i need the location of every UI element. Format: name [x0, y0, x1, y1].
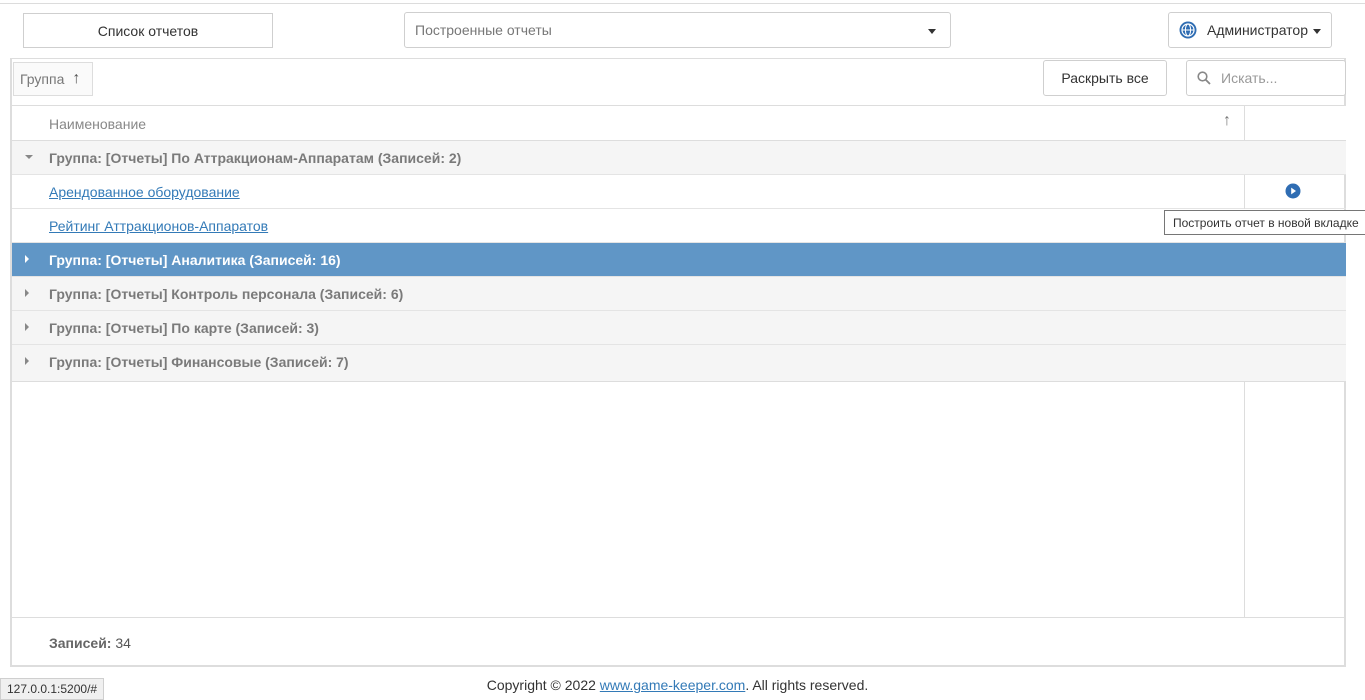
group-row-selected[interactable]: Группа: [Отчеты] Аналитика (Записей: 16)	[12, 243, 1346, 277]
records-count: Записей: 34	[49, 635, 131, 651]
records-value: 34	[115, 635, 131, 651]
expand-icon[interactable]	[25, 255, 29, 263]
built-reports-select[interactable]: Построенные отчеты	[404, 12, 951, 48]
column-divider	[1244, 106, 1245, 141]
search-icon	[1197, 71, 1211, 85]
group-label: Группа: [Отчеты] По карте (Записей: 3)	[49, 320, 319, 336]
group-row[interactable]: Группа: [Отчеты] По карте (Записей: 3)	[12, 311, 1346, 345]
expand-icon[interactable]	[25, 323, 29, 331]
report-link[interactable]: Рейтинг Аттракционов-Аппаратов	[49, 218, 268, 234]
status-url: 127.0.0.1:5200/#	[7, 682, 98, 696]
grid-footer-divider	[12, 617, 1346, 618]
reports-grid: Группа ↑ Раскрыть все Наименование ↑ Гру…	[10, 58, 1346, 667]
group-row[interactable]: Группа: [Отчеты] Финансовые (Записей: 7)	[12, 345, 1346, 382]
user-label: Администратор	[1207, 22, 1309, 38]
built-reports-placeholder: Построенные отчеты	[415, 22, 552, 38]
expand-all-button[interactable]: Раскрыть все	[1043, 60, 1167, 96]
column-header-row: Наименование ↑	[12, 105, 1346, 141]
tooltip-text: Построить отчет в новой вкладке	[1173, 215, 1359, 230]
expand-all-label: Раскрыть все	[1061, 70, 1149, 86]
group-label: Группа: [Отчеты] Аналитика (Записей: 16)	[49, 252, 341, 268]
chevron-down-icon	[928, 29, 936, 34]
copyright-suffix: . All rights reserved.	[745, 677, 869, 693]
arrow-up-icon: ↑	[72, 70, 81, 87]
collapse-icon[interactable]	[25, 155, 33, 159]
reports-list-label: Список отчетов	[97, 22, 199, 39]
group-label: Группа: [Отчеты] Контроль персонала (Зап…	[49, 286, 404, 302]
table-row: Арендованное оборудование	[12, 175, 1346, 209]
arrow-up-icon[interactable]: ↑	[1223, 112, 1231, 130]
expand-icon[interactable]	[25, 289, 29, 297]
expand-icon[interactable]	[25, 357, 29, 365]
report-link[interactable]: Арендованное оборудование	[49, 184, 240, 200]
group-row[interactable]: Группа: [Отчеты] Контроль персонала (Зап…	[12, 277, 1346, 311]
chevron-down-icon	[1313, 29, 1321, 34]
globe-icon	[1179, 21, 1197, 39]
copyright: Copyright © 2022 www.game-keeper.com. Al…	[0, 677, 1355, 693]
records-label: Записей:	[49, 635, 112, 651]
group-chip-label: Группа	[20, 71, 65, 87]
search-box	[1186, 60, 1346, 96]
browser-status-bar: 127.0.0.1:5200/#	[0, 678, 105, 700]
user-menu-button[interactable]: Администратор	[1168, 12, 1332, 48]
play-circle-icon[interactable]	[1285, 183, 1301, 199]
group-row[interactable]: Группа: [Отчеты] По Аттракционам-Аппарат…	[12, 141, 1346, 175]
site-link[interactable]: www.game-keeper.com	[600, 677, 746, 693]
table-row: Рейтинг Аттракционов-Аппаратов	[12, 209, 1346, 243]
reports-list-button[interactable]: Список отчетов	[23, 13, 273, 48]
tooltip: Построить отчет в новой вкладке	[1164, 210, 1365, 235]
group-sort-chip[interactable]: Группа ↑	[13, 62, 93, 96]
column-divider	[1244, 382, 1245, 617]
column-header-name[interactable]: Наименование	[49, 116, 146, 132]
top-divider	[0, 3, 1365, 4]
copyright-prefix: Copyright © 2022	[486, 677, 600, 693]
column-divider	[1244, 175, 1245, 209]
search-input[interactable]	[1221, 70, 1331, 86]
group-label: Группа: [Отчеты] Финансовые (Записей: 7)	[49, 354, 349, 370]
group-label: Группа: [Отчеты] По Аттракционам-Аппарат…	[49, 150, 462, 166]
